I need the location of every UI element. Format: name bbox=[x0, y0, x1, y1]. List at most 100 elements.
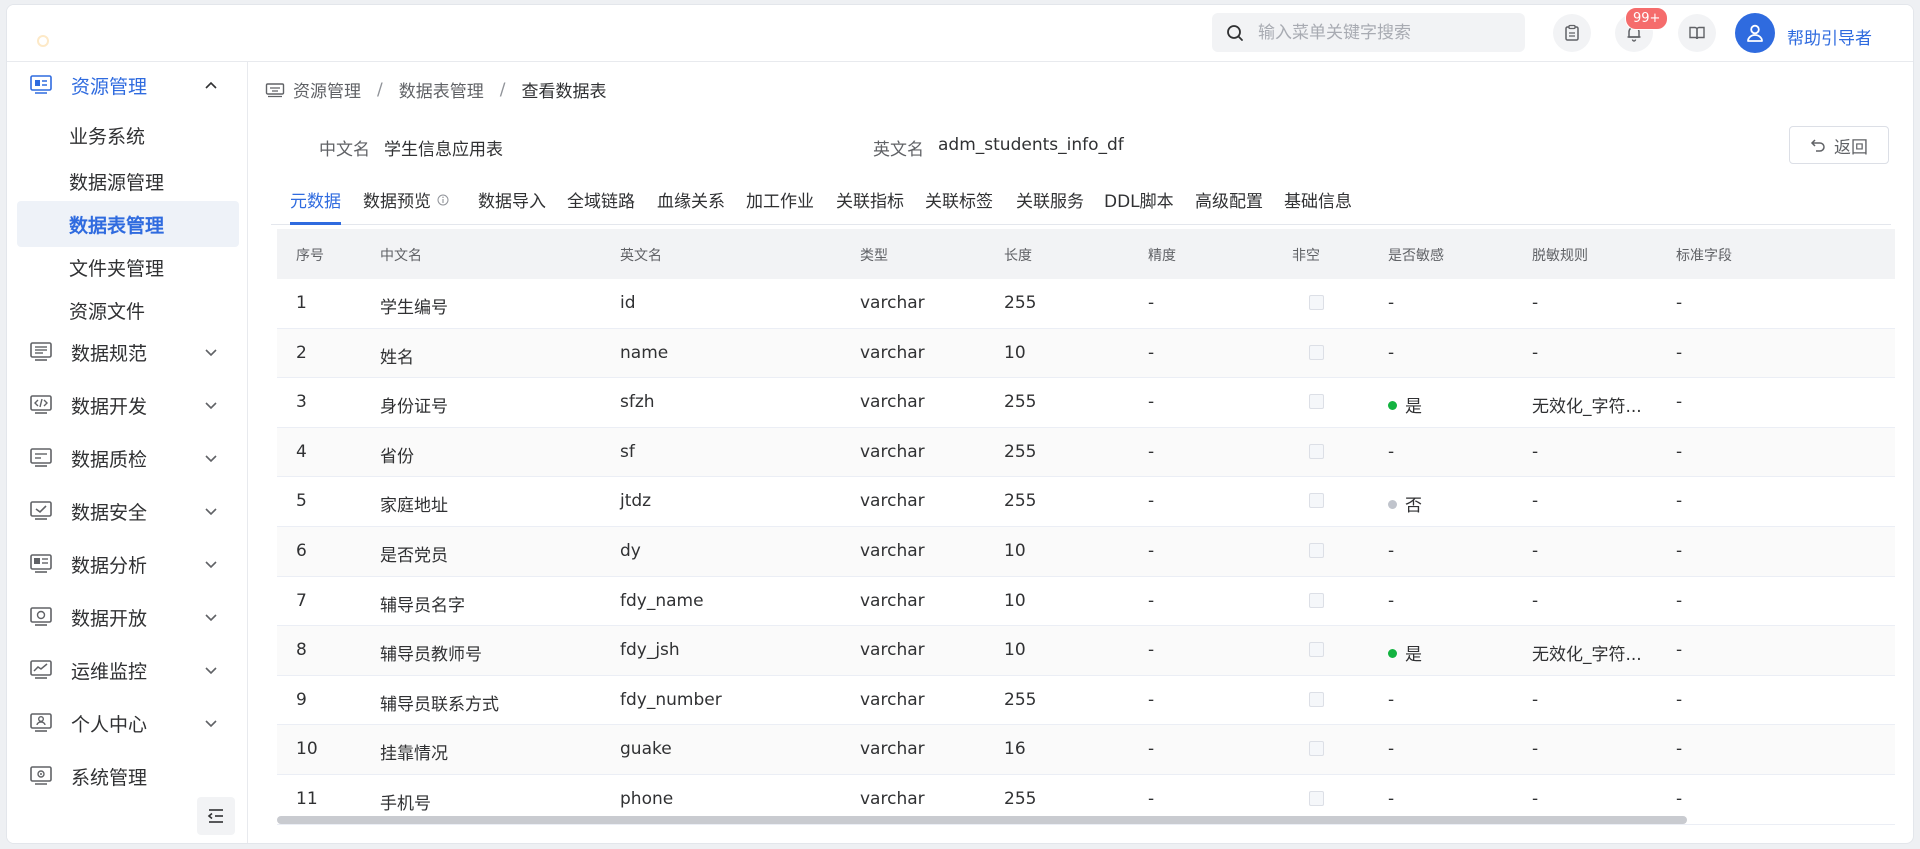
cell-en-name: phone bbox=[620, 789, 674, 809]
tab-metadata[interactable]: 元数据 bbox=[290, 187, 341, 212]
tab-active-indicator bbox=[290, 222, 341, 225]
open-data-icon bbox=[30, 607, 52, 626]
not-null-checkbox bbox=[1309, 791, 1324, 806]
not-null-checkbox bbox=[1309, 691, 1324, 707]
cell-en-name: guake bbox=[620, 739, 672, 760]
cell-sensitive: - bbox=[1388, 789, 1394, 809]
clipboard-button[interactable] bbox=[1553, 14, 1591, 52]
sensitive-label: - bbox=[1388, 342, 1395, 363]
not-null-checkbox bbox=[1309, 394, 1324, 410]
column-header: 类型 bbox=[860, 248, 888, 264]
back-button[interactable]: 返回 bbox=[1789, 126, 1889, 164]
search-icon bbox=[1227, 24, 1243, 41]
sidebar-group-data-analysis[interactable]: 数据分析 bbox=[7, 541, 248, 587]
breadcrumb: 资源管理 / 数据表管理 / 查看数据表 bbox=[265, 77, 606, 102]
sensitive-label: - bbox=[1388, 541, 1395, 561]
tab-lineage[interactable]: 血缘关系 bbox=[657, 187, 725, 212]
cell-en-name: sfzh bbox=[620, 392, 655, 413]
tab-advanced-config[interactable]: 高级配置 bbox=[1195, 187, 1263, 212]
username[interactable]: 帮助引导者 bbox=[1787, 24, 1872, 49]
sidebar-item-business-system[interactable]: 业务系统 bbox=[17, 112, 239, 158]
cell-precision: - bbox=[1148, 689, 1155, 710]
table-row: 2 姓名 name varchar 10 - - - - bbox=[277, 328, 1895, 379]
cell-type: varchar bbox=[860, 689, 925, 710]
tab-processing-job[interactable]: 加工作业 bbox=[746, 187, 814, 212]
app-window: 99+ 帮助引导者 资源管理 业务系统 数据源管理 数据表管理 文件夹管理 资源… bbox=[6, 4, 1914, 844]
tab-related-metrics[interactable]: 关联指标 bbox=[836, 187, 904, 212]
column-header: 精度 bbox=[1148, 248, 1176, 264]
tab-global-link[interactable]: 全域链路 bbox=[567, 187, 635, 212]
menu-search-box[interactable] bbox=[1212, 13, 1525, 52]
cell-type: varchar bbox=[860, 640, 925, 661]
tab-ddl-script[interactable]: DDL脚本 bbox=[1104, 187, 1174, 212]
cell-cn-name: 姓名 bbox=[380, 347, 414, 368]
cell-sensitive: - bbox=[1388, 739, 1394, 759]
cell-en-name: fdy_number bbox=[620, 689, 722, 710]
sensitive-label: 是 bbox=[1405, 645, 1422, 666]
cell-index: 9 bbox=[296, 689, 307, 710]
help-docs-button[interactable] bbox=[1678, 14, 1716, 52]
cell-precision: - bbox=[1148, 789, 1155, 809]
column-header: 中文名 bbox=[380, 248, 422, 264]
sidebar-group-personal-center[interactable]: 个人中心 bbox=[7, 700, 248, 746]
status-dot-icon bbox=[1388, 648, 1397, 658]
column-header: 序号 bbox=[296, 248, 324, 264]
sidebar-group-ops-monitor[interactable]: 运维监控 bbox=[7, 647, 248, 693]
cell-standard-field: - bbox=[1676, 491, 1683, 512]
sidebar-item-datatable[interactable]: 数据表管理 bbox=[17, 201, 239, 247]
column-header: 长度 bbox=[1004, 248, 1032, 264]
avatar[interactable] bbox=[1735, 13, 1775, 53]
cell-type: varchar bbox=[860, 491, 925, 512]
sensitive-label: - bbox=[1388, 441, 1395, 462]
sidebar-group-label: 数据开发 bbox=[71, 395, 148, 418]
cell-en-name: jtdz bbox=[620, 491, 652, 512]
sidebar-group-data-dev[interactable]: 数据开发 bbox=[7, 382, 248, 428]
horizontal-scrollbar[interactable] bbox=[277, 816, 1687, 824]
sidebar-group-label: 系统管理 bbox=[71, 766, 148, 789]
breadcrumb-item[interactable]: 数据表管理 bbox=[399, 77, 484, 102]
sidebar-item-label: 资源文件 bbox=[69, 300, 146, 323]
sidebar-collapse-button[interactable] bbox=[197, 797, 235, 835]
breadcrumb-item[interactable]: 资源管理 bbox=[293, 77, 361, 102]
sensitive-label: - bbox=[1388, 689, 1395, 710]
sensitive-label: 否 bbox=[1405, 496, 1422, 517]
cell-standard-field: - bbox=[1676, 689, 1683, 710]
sidebar-item-label: 业务系统 bbox=[69, 125, 146, 148]
sidebar-group-data-quality[interactable]: 数据质检 bbox=[7, 435, 248, 481]
chevron-down-icon bbox=[205, 614, 217, 622]
sidebar-item-folder[interactable]: 文件夹管理 bbox=[17, 244, 239, 290]
sidebar-group-label: 数据质检 bbox=[71, 448, 148, 471]
search-input[interactable] bbox=[1258, 22, 1508, 43]
tab-preview[interactable]: 数据预览 bbox=[363, 187, 449, 212]
sidebar-group-data-open[interactable]: 数据开放 bbox=[7, 594, 248, 640]
back-button-label: 返回 bbox=[1834, 137, 1868, 158]
sidebar-group-system-admin[interactable]: 系统管理 bbox=[7, 753, 248, 799]
notification-badge: 99+ bbox=[1625, 7, 1669, 30]
cell-sensitive: - bbox=[1388, 293, 1394, 313]
sidebar-group-data-standard[interactable]: 数据规范 bbox=[7, 329, 248, 375]
not-null-checkbox bbox=[1309, 295, 1324, 310]
chevron-up-icon bbox=[205, 81, 217, 89]
sensitive-label: - bbox=[1388, 739, 1395, 760]
book-icon bbox=[1689, 26, 1705, 40]
cell-en-name: fdy_jsh bbox=[620, 640, 680, 661]
cn-name-value: 学生信息应用表 bbox=[384, 140, 503, 160]
metadata-table: 序号 中文名 英文名 类型 长度 精度 非空 是否敏感 脱敏规则 标准字段 1 学… bbox=[277, 229, 1895, 829]
sidebar-group-resource[interactable]: 资源管理 bbox=[7, 62, 248, 108]
cell-en-name: fdy_name bbox=[620, 590, 704, 611]
sidebar-group-label: 数据开放 bbox=[71, 607, 148, 630]
cell-standard-field: - bbox=[1676, 441, 1683, 462]
sidebar-item-resource-file[interactable]: 资源文件 bbox=[17, 287, 239, 333]
sidebar-item-datasource[interactable]: 数据源管理 bbox=[17, 158, 239, 204]
cell-standard-field: - bbox=[1676, 739, 1683, 760]
tab-related-tags[interactable]: 关联标签 bbox=[925, 187, 993, 212]
tab-related-services[interactable]: 关联服务 bbox=[1016, 187, 1084, 212]
cell-standard-field: - bbox=[1676, 640, 1683, 661]
cell-mask-rule: 无效化_字符... bbox=[1532, 397, 1642, 418]
tab-import[interactable]: 数据导入 bbox=[478, 187, 546, 212]
cell-type: varchar bbox=[860, 441, 925, 462]
tab-basic-info[interactable]: 基础信息 bbox=[1284, 187, 1352, 212]
table-row: 4 省份 sf varchar 255 - - - - bbox=[277, 427, 1895, 478]
cell-type: varchar bbox=[860, 590, 925, 611]
sidebar-group-data-security[interactable]: 数据安全 bbox=[7, 488, 248, 534]
